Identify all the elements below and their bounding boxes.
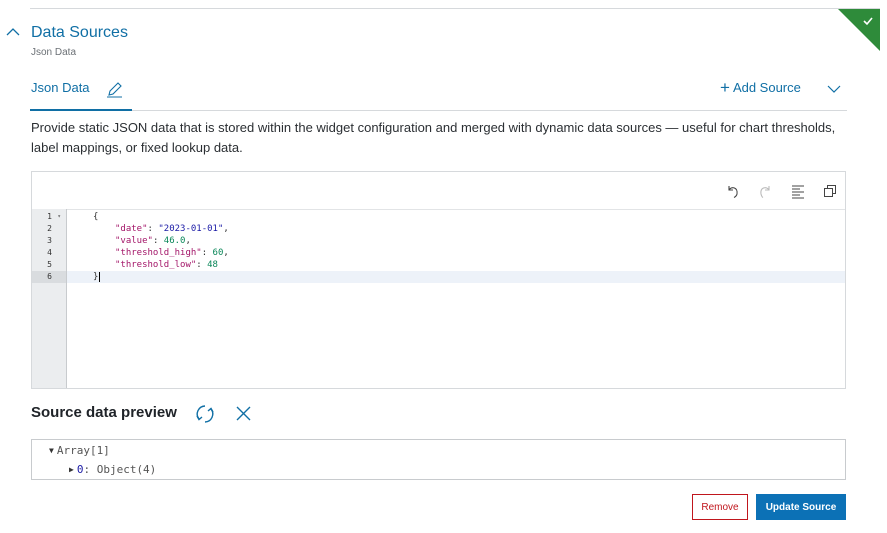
code-area[interactable]: { "date": "2023-01-01", "value": 46.0, "…	[67, 209, 845, 388]
close-icon[interactable]	[235, 405, 252, 422]
add-source-button[interactable]: + Add Source	[720, 77, 801, 97]
code-line: {	[93, 212, 99, 222]
line-number-active: 6	[32, 271, 66, 283]
description-text: Provide static JSON data that is stored …	[31, 120, 836, 155]
code-line: "date": "2023-01-01",	[115, 224, 229, 234]
line-number: 2	[47, 224, 52, 233]
fold-arrow-icon: ▾	[57, 213, 61, 220]
section-subtitle: Json Data	[31, 47, 77, 58]
preview-title: Source data preview	[31, 404, 177, 421]
copy-icon[interactable]	[822, 183, 838, 199]
refresh-icon[interactable]	[194, 403, 216, 425]
format-icon[interactable]	[790, 183, 806, 199]
section-title[interactable]: Data Sources	[31, 24, 128, 42]
line-number: 1 ▾	[47, 212, 61, 221]
chevron-down-icon[interactable]	[827, 84, 841, 94]
preview-tree: ▼ Array[1] ▶ 0: Object(4)	[31, 439, 846, 480]
editor-toolbar	[32, 172, 845, 210]
redo-icon[interactable]	[757, 183, 773, 199]
tree-child-value: Object(4)	[96, 463, 157, 476]
collapsed-arrow-icon: ▶	[69, 465, 74, 474]
tab-json-data[interactable]: Json Data	[30, 72, 132, 111]
pencil-icon[interactable]	[106, 81, 123, 98]
code-line: "value": 46.0,	[115, 236, 191, 246]
code-line-active: }	[67, 271, 845, 283]
top-divider	[30, 8, 880, 9]
tree-root-node[interactable]: ▼ Array[1]	[49, 444, 110, 457]
code-line: "threshold_high": 60,	[115, 248, 229, 258]
chevron-up-icon[interactable]	[6, 27, 20, 37]
line-number-gutter: 1 ▾ 2 3 4 5 6	[32, 209, 67, 388]
undo-icon[interactable]	[725, 183, 741, 199]
plus-icon: +	[720, 77, 730, 97]
code-line: "threshold_low": 48	[115, 260, 218, 270]
update-source-button[interactable]: Update Source	[756, 494, 846, 520]
remove-button[interactable]: Remove	[692, 494, 748, 520]
line-number: 4	[47, 248, 52, 257]
tree-root-label: Array[1]	[56, 444, 110, 457]
expanded-arrow-icon: ▼	[49, 446, 54, 455]
source-tabs: Json Data + Add Source	[30, 72, 847, 111]
line-number: 5	[47, 260, 52, 269]
status-corner-badge	[838, 9, 880, 51]
tree-child-node[interactable]: ▶ 0: Object(4)	[69, 463, 156, 476]
json-editor[interactable]: 1 ▾ 2 3 4 5 6 { "date": "2023-01-01", "va…	[31, 171, 846, 389]
add-source-label: Add Source	[732, 80, 801, 95]
line-number: 3	[47, 236, 52, 245]
tab-label: Json Data	[31, 80, 90, 95]
